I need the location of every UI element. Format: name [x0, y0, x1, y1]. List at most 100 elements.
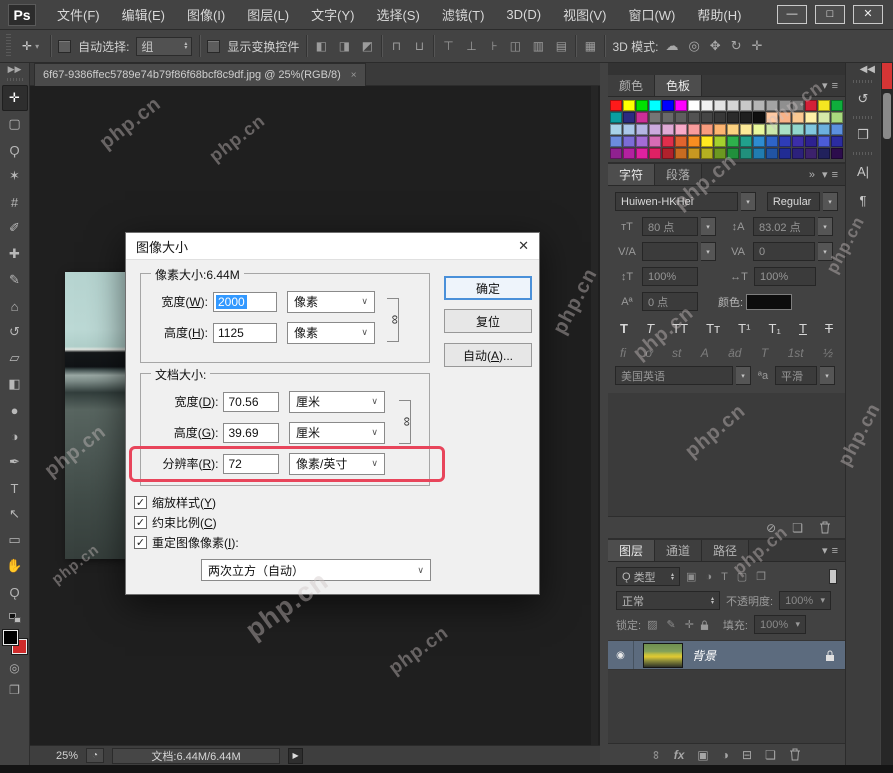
menu-item[interactable]: 图层(L): [236, 0, 300, 29]
color-swatch[interactable]: [818, 112, 830, 123]
blend-mode-dropdown[interactable]: 正常 ▴▾: [616, 591, 720, 610]
layer-row-background[interactable]: ◉ 背景: [608, 640, 845, 670]
align-icon[interactable]: ⊥: [464, 39, 478, 53]
lock-paint-icon[interactable]: ✎: [666, 618, 675, 631]
gradient-tool[interactable]: ◧: [2, 371, 28, 397]
color-swatch[interactable]: [779, 136, 791, 147]
leading-field[interactable]: 83.02 点: [753, 217, 815, 236]
color-swatch[interactable]: [779, 124, 791, 135]
spinner-icon[interactable]: ▾: [820, 366, 835, 385]
menu-item[interactable]: 选择(S): [365, 0, 430, 29]
filter-type-dropdown[interactable]: Ǫ类型 ▴▾: [616, 567, 680, 586]
color-swatch[interactable]: [727, 136, 739, 147]
ligature-button[interactable]: fi: [620, 346, 626, 360]
color-swatch[interactable]: [636, 148, 648, 159]
healing-brush-tool[interactable]: ✚: [2, 241, 28, 267]
baseline-shift-field[interactable]: 0 点: [642, 292, 698, 311]
menu-item[interactable]: 文件(F): [46, 0, 111, 29]
close-button[interactable]: ✕: [853, 5, 883, 24]
ligature-button[interactable]: ½: [823, 346, 833, 360]
align-icon[interactable]: ⊓: [389, 39, 403, 53]
color-swatch[interactable]: [610, 124, 622, 135]
ligature-button[interactable]: st: [672, 346, 681, 360]
unit-dropdown[interactable]: 厘米∨: [289, 391, 385, 413]
filter-pixel-icon[interactable]: ▣: [686, 570, 696, 583]
reset-button[interactable]: 复位: [444, 309, 532, 333]
current-tool-chip[interactable]: ✛ ▾: [18, 39, 43, 53]
color-swatch[interactable]: [779, 112, 791, 123]
color-swatch[interactable]: [623, 124, 635, 135]
close-tab-icon[interactable]: ×: [351, 70, 357, 81]
color-swatch[interactable]: [636, 112, 648, 123]
disable-icon[interactable]: ⊘: [766, 521, 776, 535]
align-icon[interactable]: ⊤: [441, 39, 455, 53]
color-swatch[interactable]: [636, 136, 648, 147]
filter-toggle[interactable]: [829, 569, 837, 584]
horizontal-scale-field[interactable]: 100%: [754, 267, 816, 286]
filter-adjustment-icon[interactable]: ◑: [705, 571, 712, 583]
scrollbar-thumb[interactable]: [883, 93, 891, 139]
color-swatch[interactable]: [766, 112, 778, 123]
new-item-icon[interactable]: ❏: [792, 521, 803, 535]
language-field[interactable]: 美国英语: [615, 366, 733, 385]
type-style-button[interactable]: TT: [672, 321, 688, 336]
move-tool[interactable]: ✛: [2, 85, 28, 111]
visibility-cell[interactable]: ◉: [608, 641, 634, 669]
distribute-icon[interactable]: ▤: [554, 39, 568, 53]
menu-item[interactable]: 文字(Y): [300, 0, 365, 29]
color-swatch[interactable]: [688, 100, 700, 111]
distribute-icon[interactable]: ▦: [583, 39, 597, 53]
value-input[interactable]: 1125: [213, 323, 277, 343]
foreground-color[interactable]: [3, 630, 18, 645]
color-swatch[interactable]: [740, 100, 752, 111]
color-swatch[interactable]: [766, 100, 778, 111]
value-input[interactable]: 70.56: [223, 392, 279, 412]
eyedropper-tool[interactable]: ✐: [2, 215, 28, 241]
maximize-button[interactable]: □: [815, 5, 845, 24]
default-colors-icon[interactable]: [9, 613, 21, 623]
pen-tool[interactable]: ✒: [2, 449, 28, 475]
zoom-tool[interactable]: Ǫ: [2, 579, 28, 605]
dock-grip[interactable]: [853, 116, 873, 119]
options-grip[interactable]: [6, 34, 11, 58]
color-swatch[interactable]: [805, 124, 817, 135]
color-swatch[interactable]: [610, 136, 622, 147]
lock-all-icon[interactable]: [700, 619, 709, 631]
menu-item[interactable]: 滤镜(T): [431, 0, 496, 29]
checkbox-checked[interactable]: ✓: [134, 536, 147, 549]
tab-swatches[interactable]: 色板: [655, 75, 702, 96]
panel-expand-icon[interactable]: »: [809, 164, 822, 185]
color-swatch[interactable]: [649, 124, 661, 135]
color-swatch[interactable]: [779, 100, 791, 111]
filter-smart-icon[interactable]: ❐: [756, 570, 766, 583]
color-swatch[interactable]: [766, 124, 778, 135]
lock-move-icon[interactable]: ✛: [685, 618, 694, 631]
type-style-button[interactable]: Tᴛ: [706, 321, 720, 336]
color-swatch[interactable]: [688, 124, 700, 135]
type-style-button[interactable]: T¹: [738, 321, 750, 336]
color-swatch[interactable]: [649, 136, 661, 147]
color-swatch[interactable]: [623, 112, 635, 123]
color-swatch[interactable]: [831, 148, 843, 159]
blur-tool[interactable]: ●: [2, 397, 28, 423]
color-swatch[interactable]: [675, 124, 687, 135]
distribute-icon[interactable]: ▥: [531, 39, 545, 53]
resample-method-dropdown[interactable]: 两次立方（自动） ∨: [201, 559, 431, 581]
color-swatch[interactable]: [688, 136, 700, 147]
color-swatch[interactable]: [753, 124, 765, 135]
screen-mode-icon[interactable]: ❐: [9, 679, 20, 701]
color-swatch[interactable]: [701, 112, 713, 123]
align-icon[interactable]: ◩: [360, 39, 374, 53]
panel-menu-icon[interactable]: ▾≡: [822, 540, 845, 561]
color-swatch[interactable]: [675, 136, 687, 147]
tracking-field[interactable]: 0: [753, 242, 815, 261]
ligature-button[interactable]: 1st: [788, 346, 804, 360]
page-scrollbar[interactable]: [881, 63, 893, 765]
chevron-down-icon[interactable]: ▾: [701, 242, 716, 261]
tab-layers[interactable]: 图层: [608, 540, 655, 561]
clone-stamp-tool[interactable]: ⌂: [2, 293, 28, 319]
magic-wand-tool[interactable]: ✶: [2, 163, 28, 189]
color-swatch[interactable]: [805, 148, 817, 159]
hand-tool[interactable]: ✋: [2, 553, 28, 579]
color-swatch[interactable]: [766, 148, 778, 159]
